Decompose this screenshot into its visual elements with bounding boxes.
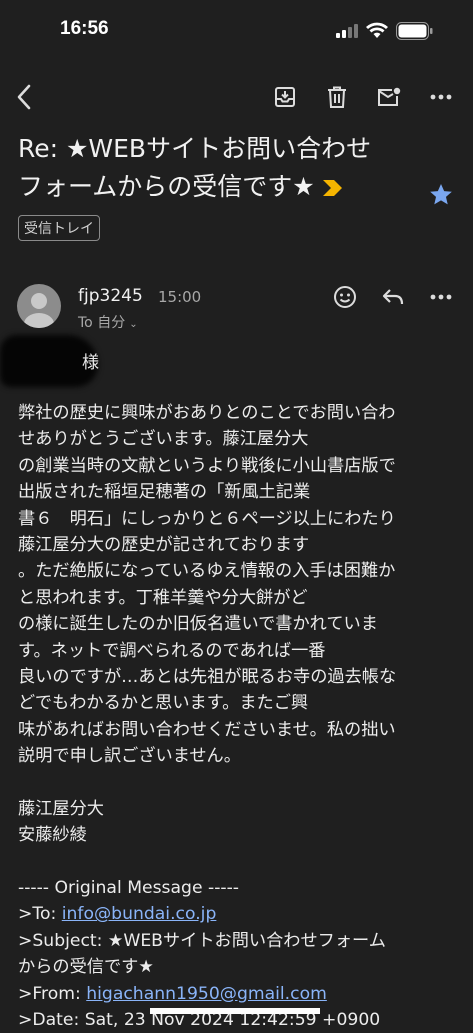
mark-unread-button[interactable]: [372, 80, 406, 114]
original-to-line: >To: info@bundai.co.jp: [18, 904, 217, 925]
email-body: 弊社の歴史に興味がおありとのことでお問い合わ せありがとうございます。藤江屋分大…: [18, 400, 463, 1033]
email-subject: Re: ★WEBサイトお問い合わせ フォームからの受信です★: [18, 130, 418, 206]
original-message-divider: ----- Original Message -----: [18, 878, 239, 899]
more-icon: [430, 294, 452, 300]
avatar[interactable]: [17, 284, 61, 328]
message-more-button[interactable]: [426, 282, 456, 312]
more-icon: [430, 94, 452, 100]
sent-time: 15:00: [158, 288, 202, 306]
reply-button[interactable]: [378, 282, 408, 312]
archive-icon: [275, 87, 295, 107]
person-icon: [24, 293, 54, 328]
body-line: 説明で申し訳ございません。: [18, 746, 241, 767]
delete-button[interactable]: [320, 80, 354, 114]
back-button[interactable]: [8, 80, 42, 114]
archive-button[interactable]: [268, 80, 302, 114]
greeting: 様: [82, 353, 99, 373]
body-line: 藤江屋分大の歴史が記されております: [18, 534, 310, 555]
to-email-link[interactable]: info@bundai.co.jp: [62, 904, 217, 924]
body-line: 書６ 明石」にしっかりと６ページ以上にわたり: [18, 508, 396, 529]
subject-line-2: フォームからの受信です★: [18, 172, 315, 201]
star-icon[interactable]: [428, 182, 454, 208]
body-line: [18, 849, 463, 875]
body-line: 。ただ絶版になっているゆえ情報の入手は困難か: [18, 561, 396, 582]
body-line: 良いのですが…あとは先祖が眠るお寺の過去帳な: [18, 666, 397, 687]
email-toolbar: [0, 80, 473, 114]
recipient-label: To 自分: [78, 315, 126, 331]
emoji-react-icon: [334, 286, 356, 308]
body-line: どでもわかるかと思います。またご興: [18, 693, 309, 714]
from-email-link[interactable]: higachann1950@gmail.com: [86, 984, 327, 1004]
scroll-edge-overlay: [150, 1008, 320, 1014]
battery-icon: [396, 22, 433, 40]
body-line: 弊社の歴史に興味がおありとのことでお問い合わ: [18, 403, 396, 423]
body-line: 味があればお問い合わせくださいませ。私の拙い: [18, 719, 396, 740]
body-line: [18, 769, 463, 795]
signature-company: 藤江屋分大: [18, 798, 104, 819]
original-subject-line: >Subject: ★WEBサイトお問い合わせフォーム: [18, 930, 386, 951]
important-marker-icon[interactable]: [322, 180, 343, 196]
body-line: と思われます。丁稚羊羹や分大餅がど: [18, 587, 308, 608]
recipient-details-toggle[interactable]: To 自分 ⌄: [78, 312, 138, 332]
signature-name: 安藤紗綾: [18, 825, 87, 846]
delete-icon: [328, 86, 346, 108]
wifi-icon: [366, 22, 388, 38]
reply-icon: [382, 289, 404, 305]
body-line: 出版された稲垣足穂著の「新風土記業: [18, 482, 311, 503]
inbox-label-chip[interactable]: 受信トレイ: [18, 215, 100, 241]
body-line: せありがとうございます。藤江屋分大: [18, 429, 309, 450]
sender-name[interactable]: fjp3245: [78, 286, 143, 306]
emoji-react-button[interactable]: [330, 282, 360, 312]
body-line: の様に誕生したのか旧仮名遣いで書かれていま: [18, 614, 378, 635]
mark-unread-icon: [378, 87, 401, 106]
body-line: す。ネットで調べられるのであれば一番: [18, 640, 326, 661]
cellular-signal-icon: [336, 24, 358, 38]
original-from-line: >From: higachann1950@gmail.com: [18, 983, 327, 1004]
body-line: の創業当時の文献というより戦後に小山書店版で: [18, 455, 396, 476]
status-bar: 16:56: [0, 0, 473, 60]
subject-line-1: Re: ★WEBサイトお問い合わせ: [18, 134, 372, 163]
more-options-button[interactable]: [424, 80, 458, 114]
chevron-down-icon: ⌄: [129, 319, 138, 330]
status-time: 16:56: [60, 18, 109, 39]
original-subject-line-2: からの受信です★: [18, 957, 154, 978]
back-icon: [17, 84, 31, 110]
